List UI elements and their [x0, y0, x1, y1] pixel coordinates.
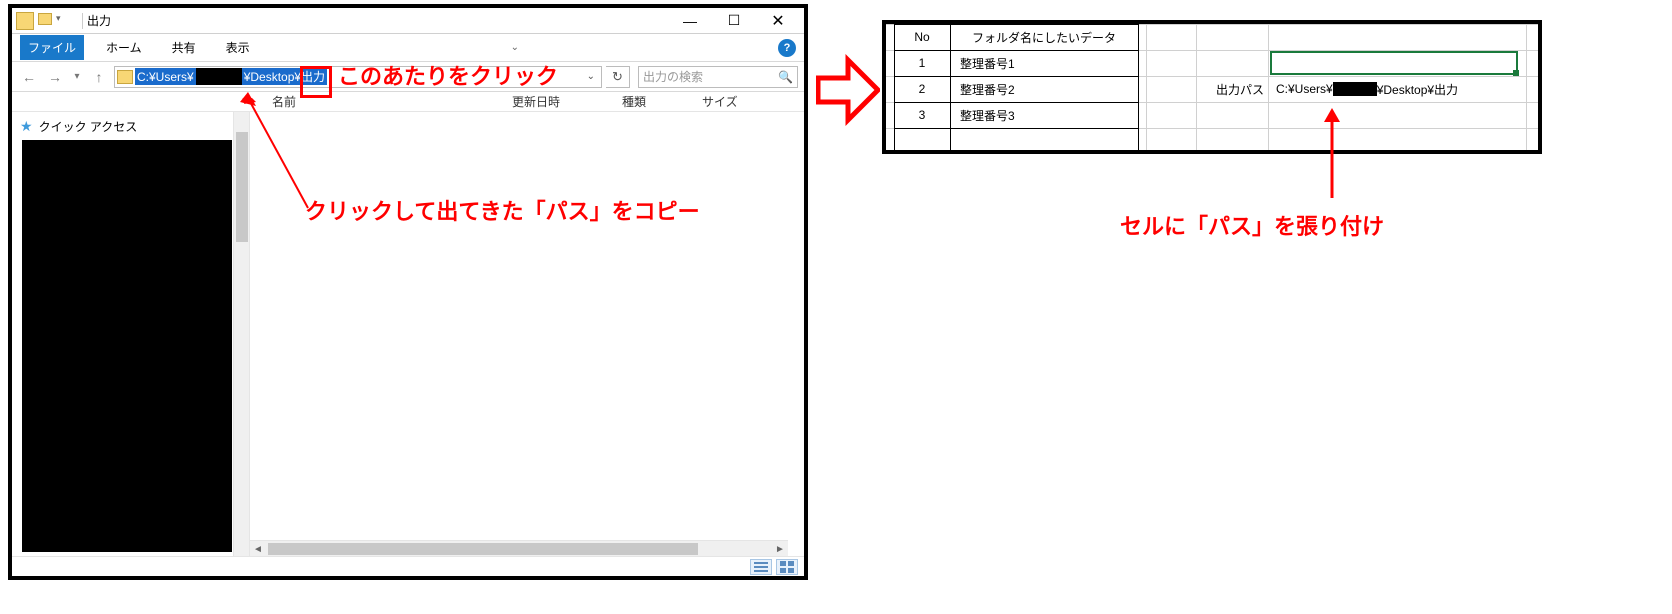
cell-no-3[interactable]: 3 — [894, 102, 950, 128]
ribbon-expand-icon[interactable]: ⌄ — [511, 42, 519, 53]
anno-redbox-address — [300, 66, 332, 98]
qat-dropdown-icon[interactable]: ▾ — [56, 13, 72, 29]
anno-copy-path: クリックして出てきた「パス」をコピー — [305, 195, 745, 228]
titlebar: ▾ 出力 — ☐ ✕ — [12, 8, 804, 34]
star-icon: ★ — [20, 118, 33, 135]
folder-small-icon — [38, 13, 52, 25]
header-data[interactable]: フォルダ名にしたいデータ — [950, 24, 1138, 50]
tab-file[interactable]: ファイル — [20, 35, 84, 60]
view-icons-button[interactable] — [776, 559, 798, 575]
quick-access-toolbar: ▾ — [38, 13, 72, 29]
history-dropdown-icon[interactable]: ▾ — [70, 66, 84, 88]
path-value-a: C:¥Users¥ — [1276, 82, 1333, 96]
explorer-body: ★ クイック アクセス ◄ ► — [12, 112, 804, 556]
spreadsheet[interactable]: No フォルダ名にしたいデータ 1 整理番号1 2 整理番号2 3 整理番号3 … — [886, 24, 1538, 150]
path-label-cell[interactable]: 出力パス — [1198, 76, 1268, 102]
big-right-arrow — [816, 50, 880, 130]
col-date[interactable]: 更新日時 — [512, 93, 622, 110]
path-value-b: ¥Desktop¥出力 — [1377, 81, 1458, 98]
nav-pane: ★ クイック アクセス — [12, 112, 250, 556]
address-dropdown-icon[interactable]: ⌄ — [587, 71, 599, 82]
tab-share[interactable]: 共有 — [164, 35, 204, 60]
quick-access-item[interactable]: ★ クイック アクセス — [20, 118, 241, 135]
folder-icon — [16, 12, 34, 30]
anno-arrowhead-address — [240, 92, 256, 108]
minimize-button[interactable]: — — [668, 8, 712, 34]
cell-data-3[interactable]: 整理番号3 — [956, 102, 1136, 128]
forward-button[interactable]: → — [44, 66, 66, 88]
address-path[interactable]: C:¥Users¥¥Desktop¥出力 — [135, 68, 327, 86]
col-type[interactable]: 種類 — [622, 93, 702, 110]
cell-data-2[interactable]: 整理番号2 — [956, 76, 1136, 102]
scroll-right-icon[interactable]: ► — [772, 541, 788, 557]
cell-no-1[interactable]: 1 — [894, 50, 950, 76]
hscroll-thumb[interactable] — [268, 543, 698, 555]
tab-view[interactable]: 表示 — [218, 35, 258, 60]
anno-paste-path: セルに「パス」を張り付け — [1120, 210, 1384, 243]
refresh-button[interactable]: ↻ — [606, 66, 630, 88]
separator — [82, 13, 83, 29]
help-button[interactable]: ? — [778, 39, 796, 57]
status-bar — [12, 556, 804, 576]
column-headers: 名前 更新日時 種類 サイズ — [12, 92, 804, 112]
window-buttons: — ☐ ✕ — [668, 8, 800, 34]
selected-cell[interactable] — [1270, 51, 1518, 75]
excel-clip: No フォルダ名にしたいデータ 1 整理番号1 2 整理番号2 3 整理番号3 … — [882, 20, 1542, 154]
tab-home[interactable]: ホーム — [98, 35, 150, 60]
path-redacted — [196, 68, 242, 85]
path-seg1: C:¥Users¥ — [135, 68, 196, 85]
horizontal-scrollbar[interactable]: ◄ ► — [250, 540, 788, 556]
close-button[interactable]: ✕ — [756, 8, 800, 34]
anno-arrow-to-cell — [1324, 108, 1340, 198]
back-button[interactable]: ← — [18, 66, 40, 88]
col-size[interactable]: サイズ — [702, 93, 762, 110]
cell-data-1[interactable]: 整理番号1 — [956, 50, 1136, 76]
redacted-nav-items — [22, 140, 232, 552]
address-folder-icon — [117, 70, 133, 84]
search-box[interactable]: 出力の検索 🔍 — [638, 66, 798, 88]
cell-no-2[interactable]: 2 — [894, 76, 950, 102]
maximize-button[interactable]: ☐ — [712, 8, 756, 34]
anno-click-here: このあたりをクリック — [338, 60, 558, 93]
path-redacted — [1333, 82, 1377, 96]
quick-access-label: クイック アクセス — [39, 118, 138, 135]
view-details-button[interactable] — [750, 559, 772, 575]
fill-handle[interactable] — [1513, 70, 1519, 76]
header-no[interactable]: No — [894, 24, 950, 50]
file-list-area[interactable]: ◄ ► — [250, 112, 804, 556]
search-icon[interactable]: 🔍 — [778, 70, 793, 84]
up-button[interactable]: ↑ — [88, 66, 110, 88]
path-value-cell[interactable]: C:¥Users¥ ¥Desktop¥出力 — [1272, 76, 1518, 102]
scroll-left-icon[interactable]: ◄ — [250, 541, 266, 557]
ribbon-tabs: ファイル ホーム 共有 表示 ⌄ ? — [12, 34, 804, 62]
search-placeholder: 出力の検索 — [643, 68, 703, 85]
window-title: 出力 — [87, 12, 111, 29]
